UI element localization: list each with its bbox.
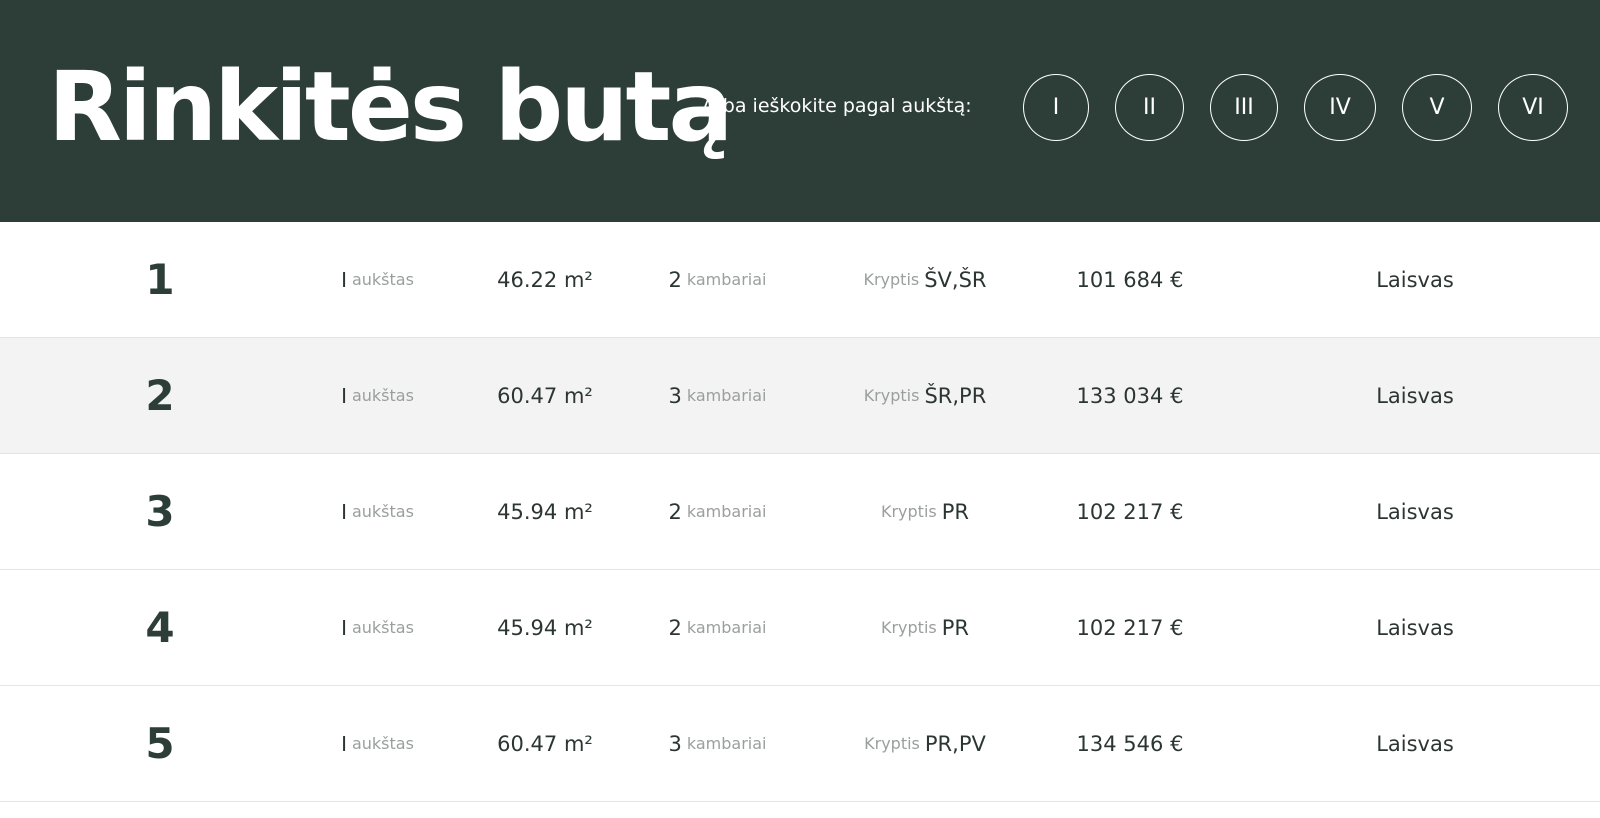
rooms-suffix: kambariai [686, 270, 767, 289]
apartment-row[interactable]: 4 Iaukštas 45.94 m² 2 kambariai Kryptis PR… [0, 570, 1600, 686]
apartment-area: 60.47 m² [497, 383, 593, 408]
apartment-status: Laisvas [1376, 267, 1454, 292]
floor-suffix: aukštas [351, 502, 414, 521]
apartment-direction: Kryptis ŠR,PR [820, 338, 1030, 453]
apartment-floor: Iaukštas [300, 222, 460, 337]
direction-prefix: Kryptis [863, 386, 920, 405]
floor-search-label: Arba ieškokite pagal aukštą: [702, 95, 972, 117]
direction-value: PR [941, 615, 969, 640]
apartment-area: 45.94 m² [497, 499, 593, 524]
apartment-row[interactable]: 5 Iaukštas 60.47 m² 3 kambariai Kryptis PR… [0, 686, 1600, 802]
floor-suffix: aukštas [351, 618, 414, 637]
apartment-direction: Kryptis PR [820, 570, 1030, 685]
apartment-price: 101 684 € [1076, 267, 1184, 292]
apartment-floor: Iaukštas [300, 338, 460, 453]
apartment-rooms: 2 kambariai [640, 570, 800, 685]
direction-value: PR [941, 499, 969, 524]
apartment-status: Laisvas [1376, 615, 1454, 640]
page-title: Rinkitės butą [48, 51, 733, 163]
apartment-area: 46.22 m² [497, 267, 593, 292]
apartment-direction: Kryptis PR [820, 454, 1030, 569]
apartment-number: 3 [145, 487, 175, 536]
rooms-value: 2 [668, 499, 682, 524]
apartment-list: 1 Iaukštas 46.22 m² 2 kambariai Kryptis ŠV… [0, 222, 1600, 802]
direction-value: PR,PV [924, 731, 986, 756]
apartment-price: 102 217 € [1076, 615, 1184, 640]
apartment-price: 133 034 € [1076, 383, 1184, 408]
apartment-rooms: 2 kambariai [640, 454, 800, 569]
floor-suffix: aukštas [351, 386, 414, 405]
floor-suffix: aukštas [351, 734, 414, 753]
apartment-number: 1 [145, 255, 175, 304]
apartment-number: 5 [145, 719, 175, 768]
floor-value: I [341, 499, 347, 524]
apartment-status: Laisvas [1376, 383, 1454, 408]
floor-value: I [341, 615, 347, 640]
apartment-price: 134 546 € [1076, 731, 1184, 756]
rooms-value: 3 [668, 731, 682, 756]
floor-filter-button-2[interactable]: II [1115, 74, 1184, 141]
direction-prefix: Kryptis [880, 502, 937, 521]
direction-prefix: Kryptis [864, 734, 920, 753]
page-header: Rinkitės butą Arba ieškokite pagal aukšt… [0, 0, 1600, 222]
apartment-rooms: 2 kambariai [640, 222, 800, 337]
floor-value: I [341, 267, 347, 292]
floor-value: I [341, 383, 347, 408]
apartment-floor: Iaukštas [300, 686, 460, 801]
apartment-row[interactable]: 3 Iaukštas 45.94 m² 2 kambariai Kryptis PR… [0, 454, 1600, 570]
apartment-status: Laisvas [1376, 731, 1454, 756]
rooms-suffix: kambariai [686, 386, 767, 405]
apartment-number: 4 [145, 603, 175, 652]
rooms-value: 3 [668, 383, 682, 408]
floor-filter-button-4[interactable]: IV [1304, 74, 1376, 141]
direction-prefix: Kryptis [880, 618, 937, 637]
floor-filter-button-3[interactable]: III [1210, 74, 1278, 141]
rooms-suffix: kambariai [686, 502, 767, 521]
direction-value: ŠR,PR [924, 383, 987, 408]
rooms-value: 2 [668, 615, 682, 640]
apartment-rooms: 3 kambariai [640, 338, 800, 453]
apartment-direction: Kryptis PR,PV [820, 686, 1030, 801]
direction-value: ŠV,ŠR [924, 267, 987, 292]
apartment-floor: Iaukštas [300, 570, 460, 685]
apartment-number: 2 [145, 371, 175, 420]
floor-filter-button-1[interactable]: I [1023, 74, 1089, 141]
apartment-row[interactable]: 2 Iaukštas 60.47 m² 3 kambariai Kryptis ŠR… [0, 338, 1600, 454]
apartment-floor: Iaukštas [300, 454, 460, 569]
floor-value: I [341, 731, 347, 756]
apartment-area: 45.94 m² [497, 615, 593, 640]
floor-filter-button-6[interactable]: VI [1498, 74, 1568, 141]
apartment-row[interactable]: 1 Iaukštas 46.22 m² 2 kambariai Kryptis ŠV… [0, 222, 1600, 338]
rooms-suffix: kambariai [686, 734, 767, 753]
rooms-value: 2 [668, 267, 682, 292]
apartment-area: 60.47 m² [497, 731, 593, 756]
floor-suffix: aukštas [351, 270, 414, 289]
apartment-rooms: 3 kambariai [640, 686, 800, 801]
apartment-price: 102 217 € [1076, 499, 1184, 524]
apartment-status: Laisvas [1376, 499, 1454, 524]
apartment-direction: Kryptis ŠV,ŠR [820, 222, 1030, 337]
direction-prefix: Kryptis [863, 270, 920, 289]
floor-filter-button-5[interactable]: V [1402, 74, 1472, 141]
rooms-suffix: kambariai [686, 618, 767, 637]
